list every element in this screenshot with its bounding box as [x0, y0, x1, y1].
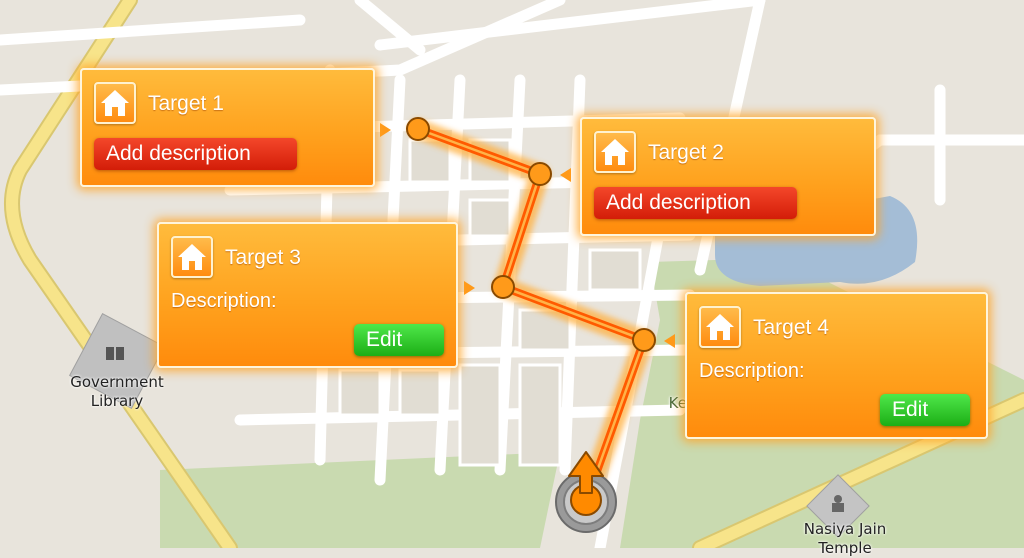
target-3-edit-button[interactable]: Edit	[354, 324, 444, 356]
target-1-add-description-button[interactable]: Add description	[94, 138, 297, 170]
target-4-edit-button[interactable]: Edit	[880, 394, 970, 426]
target-3-description-label: Description:	[171, 290, 277, 312]
temple-label: Nasiya Jain Temple	[790, 520, 900, 558]
library-label: Government Library	[58, 373, 176, 411]
target-card-3[interactable]: Target 3 Description: Edit	[157, 222, 458, 368]
target-2-title: Target 2	[648, 141, 724, 164]
target-card-1[interactable]: Target 1 Add description	[80, 68, 375, 187]
target-1-pointer	[380, 123, 391, 137]
target-4-home-icon	[699, 306, 741, 348]
target-4-pointer	[664, 334, 675, 348]
target-1-home-icon	[94, 82, 136, 124]
target-card-2[interactable]: Target 2 Add description	[580, 117, 876, 236]
waypoint-3[interactable]	[491, 275, 515, 299]
target-1-title: Target 1	[148, 92, 224, 115]
waypoint-1[interactable]	[406, 117, 430, 141]
target-card-4[interactable]: Target 4 Description: Edit	[685, 292, 988, 439]
target-2-pointer	[560, 168, 571, 182]
library-label-line2: Library	[90, 392, 144, 410]
target-4-description-label: Description:	[699, 360, 805, 382]
target-4-title: Target 4	[753, 316, 829, 339]
temple-label-line2: Temple	[818, 539, 872, 557]
library-label-line1: Government	[70, 373, 164, 391]
temple-label-line1: Nasiya Jain	[803, 520, 887, 538]
target-3-pointer	[464, 281, 475, 295]
target-2-home-icon	[594, 131, 636, 173]
target-2-add-description-button[interactable]: Add description	[594, 187, 797, 219]
waypoint-2[interactable]	[528, 162, 552, 186]
target-3-title: Target 3	[225, 246, 301, 269]
target-3-home-icon	[171, 236, 213, 278]
waypoint-4[interactable]	[632, 328, 656, 352]
